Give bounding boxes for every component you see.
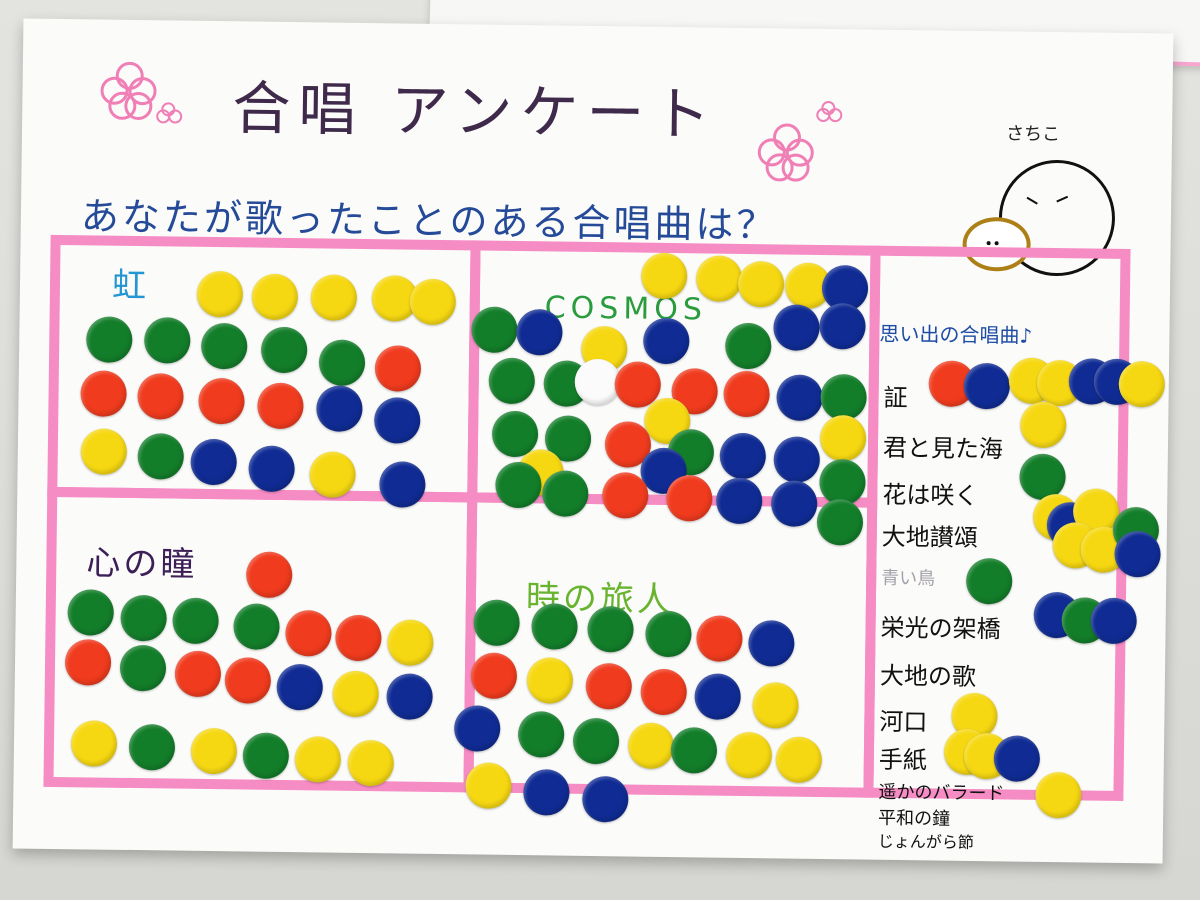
vote-sticker-blue <box>523 769 570 816</box>
flower-decoration-left-small <box>156 102 184 130</box>
flower-decoration-right <box>757 123 814 182</box>
song-item-akashi: 証 <box>883 383 908 413</box>
niji-label: 虹 <box>111 265 150 307</box>
author-name: さちこ <box>1005 123 1061 146</box>
song-item-kakou: 河口 <box>879 707 928 737</box>
song-item-jongara-bushi: じょんがら節 <box>877 831 974 853</box>
song-item-tegami: 手紙 <box>878 745 928 775</box>
kokoro-label: 心の瞳 <box>86 543 198 585</box>
vote-sticker-yellow <box>1035 771 1082 819</box>
song-item-kimi-to-mita-umi: 君と見た海 <box>882 433 1004 464</box>
vote-sticker-blue <box>1114 530 1161 578</box>
poster-title: 合唱 アンケート <box>231 74 719 149</box>
survey-poster: 合唱 アンケート あなたが歌ったことのある合唱曲は？ さちこ 虹 COSMOS … <box>12 18 1174 864</box>
flower-decoration-left <box>100 61 157 121</box>
cosmos-label: COSMOS <box>544 290 708 328</box>
song-item-heiwa-no-kane: 平和の鐘 <box>877 807 951 830</box>
song-item-eikou-no-kakehashi: 栄光の架橋 <box>880 613 1001 644</box>
song-item-daichi-sanshou: 大地讃頌 <box>881 522 978 553</box>
vote-sticker-blue <box>582 775 629 823</box>
vote-sticker-blue <box>1090 597 1137 645</box>
song-item-daichi-no-uta: 大地の歌 <box>879 661 977 692</box>
vote-sticker-yellow <box>465 762 512 809</box>
sidebar-title: 思い出の合唱曲♪ <box>879 321 1033 348</box>
song-item-hana-wa-saku: 花は咲く <box>882 480 979 511</box>
song-item-haruka-no-ballad: 遥かのバラード <box>878 781 1005 805</box>
vote-sticker-yellow <box>1118 360 1166 408</box>
song-item-aoi-tori: 青い鳥 <box>881 567 936 590</box>
flower-decoration-right-small <box>816 100 844 129</box>
